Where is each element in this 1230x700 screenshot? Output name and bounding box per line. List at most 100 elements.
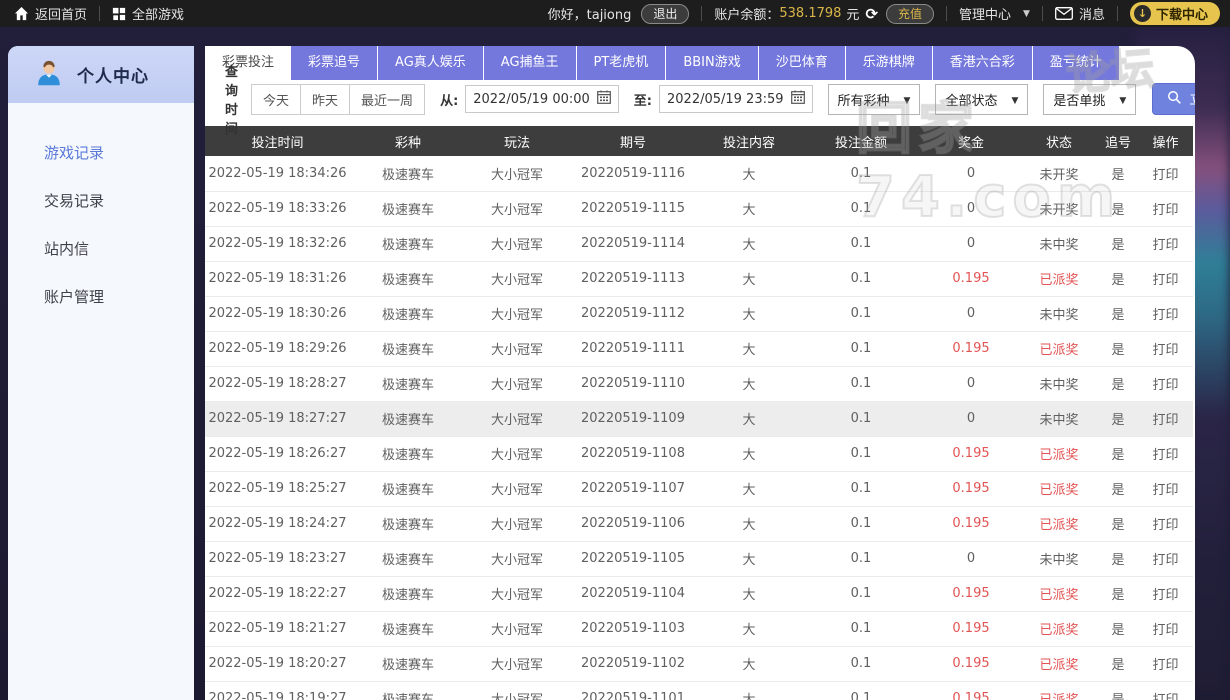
table-header-row: 投注时间 彩种 玩法 期号 投注内容 投注金额 奖金 状态 追号 操作 [205,126,1193,156]
home-link[interactable]: 返回首页 [14,4,87,23]
table-row: 2022-05-19 18:21:27 极速赛车 大小冠军 20220519-1… [205,611,1193,647]
tab[interactable]: BBIN游戏 [666,46,759,80]
cell-issue-number: 20220519-1106 [568,506,698,542]
print-link[interactable]: 打印 [1138,436,1193,472]
print-link[interactable]: 打印 [1138,401,1193,437]
tab[interactable]: 彩票追号 [291,46,379,80]
tab[interactable]: 盈亏统计 [1032,46,1120,80]
logout-button[interactable]: 退出 [641,3,690,24]
admin-center-menu[interactable]: 管理中心 ▼ [959,4,1030,23]
cell-lottery: 极速赛车 [350,226,466,262]
cell-prize: 0.195 [922,471,1020,507]
quick-range-button[interactable]: 今天 [251,83,302,115]
cell-lottery: 极速赛车 [350,506,466,542]
table-row: 2022-05-19 18:24:27 极速赛车 大小冠军 20220519-1… [205,506,1193,542]
sidebar-item[interactable]: 账户管理 [8,273,194,321]
sidebar-item[interactable]: 交易记录 [8,177,194,225]
cell-issue-number: 20220519-1115 [568,191,698,227]
print-link[interactable]: 打印 [1138,576,1193,612]
cell-bet-content: 大 [698,506,800,542]
print-link[interactable]: 打印 [1138,366,1193,402]
cell-issue-number: 20220519-1110 [568,366,698,402]
download-center-label: 下载中心 [1155,8,1208,23]
cell-play-type: 大小冠军 [466,156,568,192]
print-link[interactable]: 打印 [1138,226,1193,262]
cell-bet-content: 大 [698,541,800,577]
cell-prize: 0 [922,191,1020,227]
print-link[interactable]: 打印 [1138,331,1193,367]
filter-select[interactable]: 是否单挑 [1043,83,1137,115]
print-link[interactable]: 打印 [1138,541,1193,577]
cell-lottery: 极速赛车 [350,471,466,507]
cell-play-type: 大小冠军 [466,366,568,402]
filter-select-value: 是否单挑 [1053,93,1106,109]
tab[interactable]: AG捕鱼王 [483,46,577,80]
all-games-label: 全部游戏 [132,8,185,23]
user-avatar-icon [34,58,64,92]
download-center-button[interactable]: ↓ 下载中心 [1129,2,1220,25]
print-link[interactable]: 打印 [1138,156,1193,192]
cell-chase: 是 [1098,296,1138,332]
chevron-down-icon [1119,92,1126,107]
cell-issue-number: 20220519-1107 [568,471,698,507]
topbar: 返回首页 全部游戏 你好，tajiong 退出 账户余额： 538.1798 元… [0,0,1230,27]
print-link[interactable]: 打印 [1138,681,1193,700]
cell-chase: 是 [1098,156,1138,192]
cell-issue-number: 20220519-1116 [568,156,698,192]
tab[interactable]: PT老虎机 [576,46,667,80]
from-date-input[interactable]: 2022/05/19 00:00 [465,85,619,113]
quick-range-button[interactable]: 最近一周 [349,83,426,115]
cell-bet-content: 大 [698,226,800,262]
filter-select[interactable]: 全部状态 [935,83,1029,115]
recharge-button[interactable]: 充值 [886,3,935,24]
cell-prize: 0 [922,156,1020,192]
cell-bet-time: 2022-05-19 18:23:27 [205,541,350,577]
sidebar-item[interactable]: 游戏记录 [8,129,194,177]
divider [1116,6,1118,21]
table-header-cell: 期号 [568,126,698,156]
to-date-input[interactable]: 2022/05/19 23:59 [659,85,813,113]
tab[interactable]: AG真人娱乐 [378,46,484,80]
print-link[interactable]: 打印 [1138,296,1193,332]
sidebar-item[interactable]: 站内信 [8,225,194,273]
cell-chase: 是 [1098,681,1138,700]
print-link[interactable]: 打印 [1138,261,1193,297]
print-link[interactable]: 打印 [1138,471,1193,507]
cell-bet-amount: 0.1 [800,296,922,332]
cell-status: 已派奖 [1020,331,1098,367]
cell-status: 未中奖 [1020,401,1098,437]
cell-lottery: 极速赛车 [350,191,466,227]
home-label: 返回首页 [35,8,88,23]
tab[interactable]: 彩票投注 [205,46,292,80]
print-link[interactable]: 打印 [1138,191,1193,227]
refresh-icon[interactable]: ⟳ [865,5,878,23]
cell-play-type: 大小冠军 [466,296,568,332]
print-link[interactable]: 打印 [1138,646,1193,682]
table-row: 2022-05-19 18:19:27 极速赛车 大小冠军 20220519-1… [205,681,1193,700]
cell-lottery: 极速赛车 [350,576,466,612]
tab[interactable]: 乐游棋牌 [845,46,933,80]
search-button[interactable]: 立即查询 [1152,83,1195,115]
cell-status: 未开奖 [1020,191,1098,227]
all-games-link[interactable]: 全部游戏 [112,4,184,23]
table-row: 2022-05-19 18:26:27 极速赛车 大小冠军 20220519-1… [205,436,1193,472]
cell-play-type: 大小冠军 [466,506,568,542]
sidebar-menu: 游戏记录 交易记录 站内信 账户管理 [8,103,194,321]
cell-play-type: 大小冠军 [466,191,568,227]
print-link[interactable]: 打印 [1138,611,1193,647]
tab[interactable]: 沙巴体育 [758,46,846,80]
filter-bar: 查询时间 今天 昨天 最近一周 从: 2022/05/19 00:00 至: 2… [205,65,1195,137]
table-row: 2022-05-19 18:20:27 极速赛车 大小冠军 20220519-1… [205,646,1193,682]
cell-lottery: 极速赛车 [350,366,466,402]
print-link[interactable]: 打印 [1138,506,1193,542]
messages-link[interactable]: 消息 [1055,4,1105,23]
quick-range-button[interactable]: 昨天 [300,83,351,115]
tab[interactable]: 香港六合彩 [932,46,1033,80]
cell-play-type: 大小冠军 [466,646,568,682]
cell-prize: 0 [922,401,1020,437]
cell-lottery: 极速赛车 [350,646,466,682]
cell-status: 已派奖 [1020,436,1098,472]
table-row: 2022-05-19 18:22:27 极速赛车 大小冠军 20220519-1… [205,576,1193,612]
cell-issue-number: 20220519-1101 [568,681,698,700]
filter-select[interactable]: 所有彩种 [827,83,921,115]
